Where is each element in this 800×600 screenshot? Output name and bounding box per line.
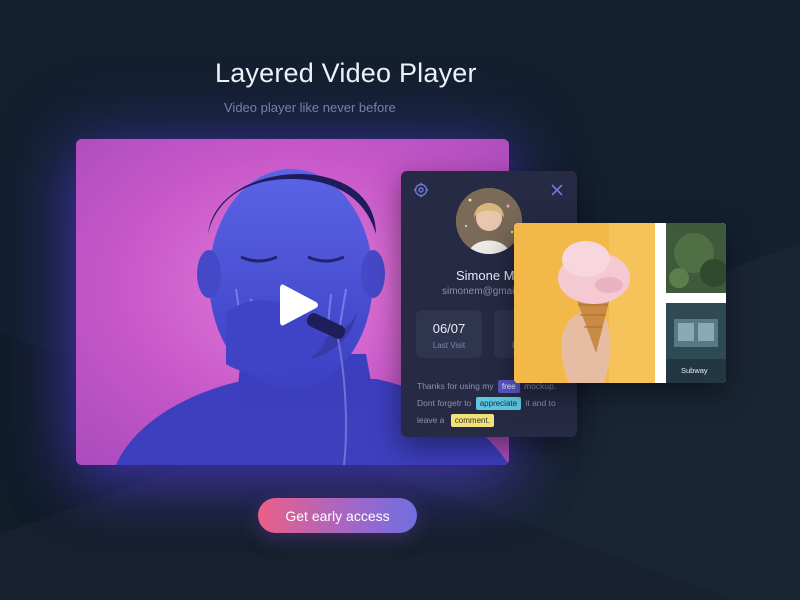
message-text: leave a	[417, 415, 445, 425]
profile-name: Simone Mi	[456, 268, 518, 283]
page-subtitle: Video player like never before	[224, 100, 396, 115]
get-early-access-button[interactable]: Get early access	[258, 498, 417, 533]
stat-last-visit: 06/07 Last Visit	[416, 310, 482, 358]
message-line-3: leave a comment.	[417, 414, 494, 427]
message-text: it and to	[525, 398, 556, 408]
close-icon[interactable]	[550, 183, 564, 197]
stat-value: 06/07	[432, 321, 466, 336]
gallery-caption: Subway	[681, 366, 708, 375]
message-line-2: Dont forgetr to appreciate it and to	[417, 397, 556, 410]
message-text: Dont forgetr to	[417, 398, 472, 408]
gallery-panel[interactable]: Subway	[514, 223, 726, 383]
gear-icon[interactable]	[413, 182, 429, 198]
message-text: Thanks for using my	[417, 381, 494, 391]
gallery-images	[514, 223, 726, 383]
stat-label: Last Visit	[432, 341, 466, 350]
play-icon[interactable]	[278, 281, 320, 329]
page-title: Layered Video Player	[215, 58, 477, 88]
tag-comment: comment.	[450, 414, 494, 427]
tag-appreciate: appreciate	[475, 397, 522, 410]
profile-email: simonem@gmai	[442, 286, 515, 297]
avatar	[456, 188, 522, 254]
